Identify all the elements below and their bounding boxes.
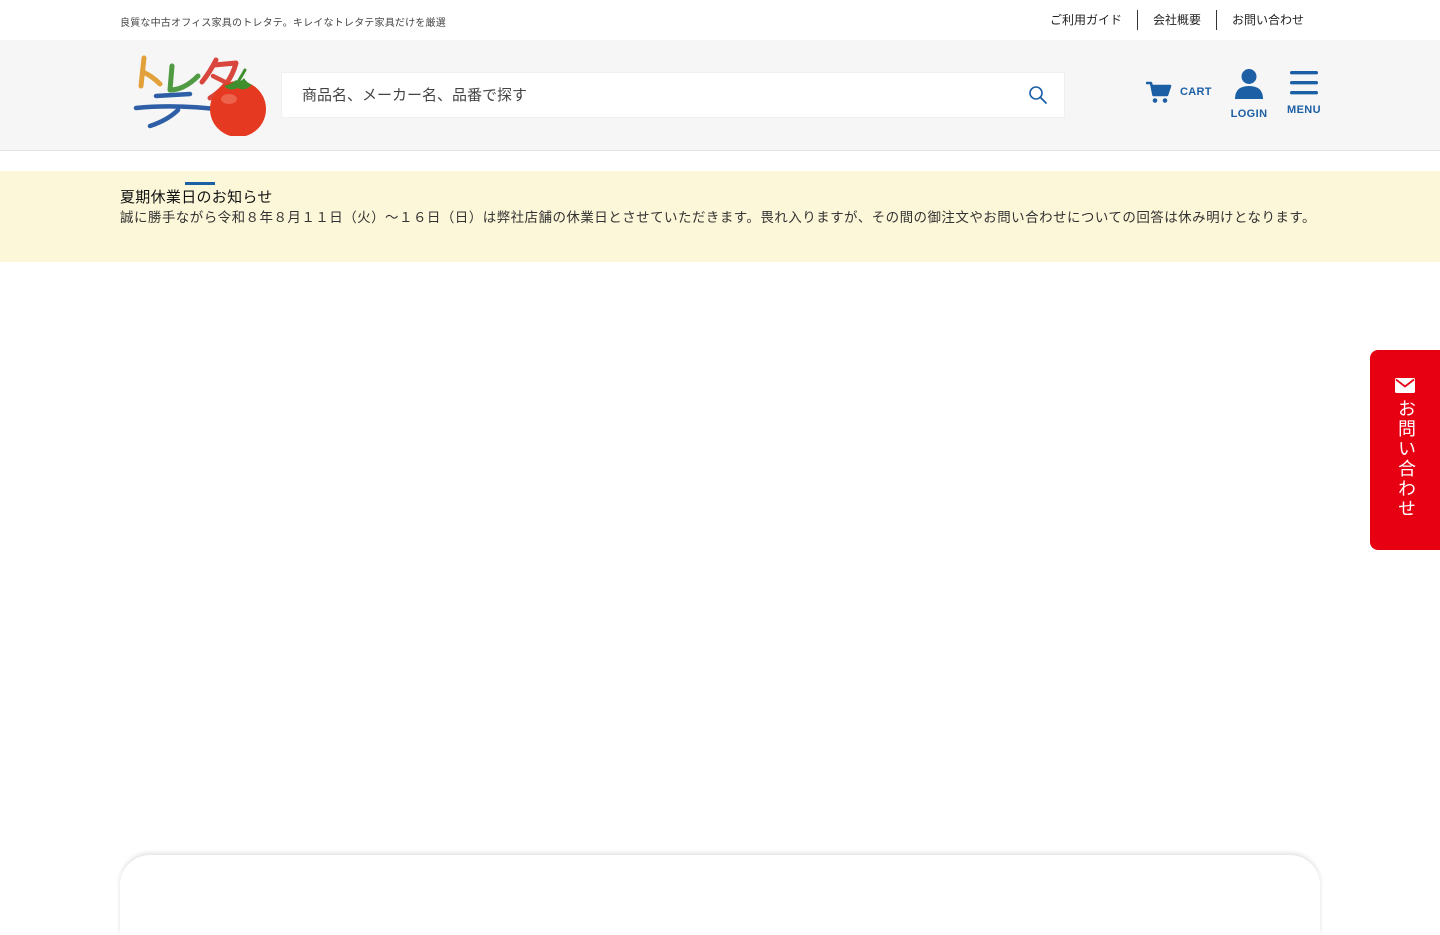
notice-title: 夏期休業日のお知らせ [120, 188, 273, 206]
cart-icon [1146, 81, 1172, 103]
mail-icon [1395, 378, 1415, 393]
content-card [120, 855, 1320, 935]
top-bar: 良質な中古オフィス家具のトレタテ。キレイなトレタテ家具だけを厳選 ご利用ガイド … [0, 0, 1440, 40]
notice-body: 誠に勝手ながら令和８年８月１１日（火）〜１６日（日）は弊社店舗の休業日とさせてい… [120, 210, 1316, 226]
login-button[interactable]: LOGIN [1226, 68, 1272, 120]
notice-accent-line [185, 182, 215, 185]
company-link[interactable]: 会社概要 [1138, 10, 1216, 30]
hamburger-icon [1290, 71, 1318, 95]
contact-link[interactable]: お問い合わせ [1217, 10, 1304, 30]
guide-link[interactable]: ご利用ガイド [1035, 10, 1137, 30]
cart-button[interactable]: CART [1146, 80, 1212, 104]
site-logo[interactable] [128, 52, 270, 137]
top-links: ご利用ガイド 会社概要 お問い合わせ [1035, 10, 1304, 30]
search-input[interactable] [282, 73, 1022, 117]
toretate-logo-icon [133, 55, 266, 137]
site-header: CART LOGIN MENU [0, 40, 1440, 151]
menu-button[interactable]: MENU [1284, 70, 1324, 116]
cart-label: CART [1180, 86, 1212, 98]
contact-side-tab[interactable]: お問い合わせ [1370, 350, 1440, 550]
menu-label: MENU [1287, 104, 1321, 116]
login-label: LOGIN [1230, 108, 1268, 120]
search-button[interactable] [1020, 77, 1056, 113]
contact-tab-label: お問い合わせ [1395, 399, 1416, 519]
search-icon [1029, 86, 1047, 104]
search-box [281, 72, 1065, 118]
site-tagline: 良質な中古オフィス家具のトレタテ。キレイなトレタテ家具だけを厳選 [120, 18, 446, 29]
user-icon [1235, 69, 1263, 99]
